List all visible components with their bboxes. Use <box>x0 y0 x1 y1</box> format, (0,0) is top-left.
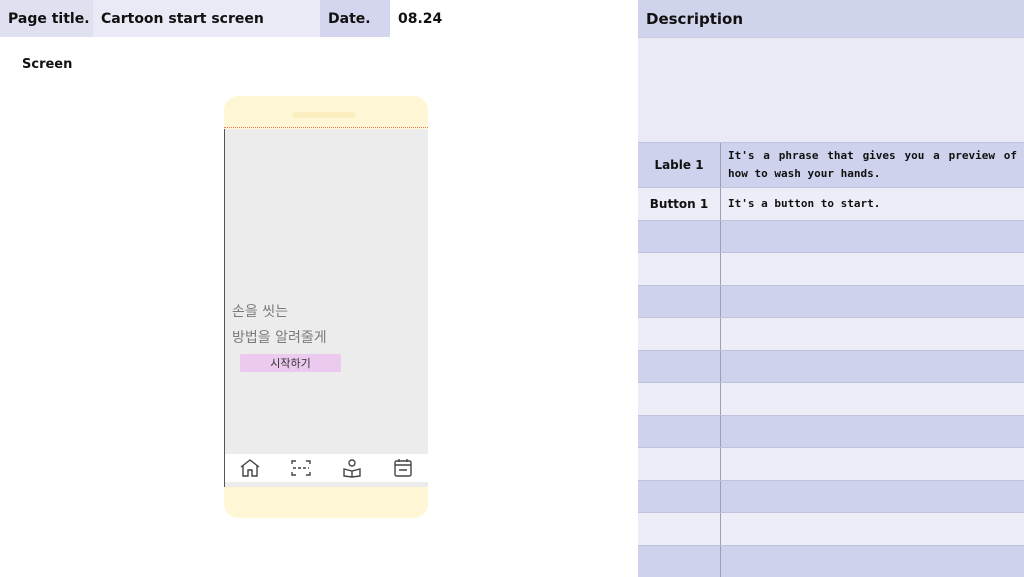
description-table: Lable 1 It's a phrase that gives you a p… <box>638 142 1024 577</box>
table-row: Lable 1 It's a phrase that gives you a p… <box>638 142 1024 187</box>
date-label: Date. <box>320 0 390 37</box>
row-description: It's a phrase that gives you a preview o… <box>728 149 1017 180</box>
row-name: Lable 1 <box>638 143 721 187</box>
phone-mockup: 손을 씻는 방법을 알려줄게 시작하기 <box>224 96 428 518</box>
table-row <box>638 415 1024 447</box>
description-blank-area <box>638 37 1024 143</box>
screen-label: Screen <box>22 57 73 72</box>
row-name: Button 1 <box>638 188 721 220</box>
table-row <box>638 350 1024 382</box>
preview-label-line-1: 손을 씻는 <box>232 304 288 320</box>
page-title-label: Page title. <box>0 0 93 37</box>
table-row <box>638 512 1024 545</box>
table-row <box>638 382 1024 415</box>
table-row <box>638 220 1024 252</box>
bottom-nav-bar <box>224 454 428 482</box>
phone-speaker <box>292 112 356 118</box>
preview-label-line-2: 방법을 알려줄게 <box>232 330 327 346</box>
description-header: Description <box>638 0 1024 37</box>
table-row <box>638 317 1024 350</box>
table-row <box>638 252 1024 285</box>
reading-person-icon[interactable] <box>341 458 363 478</box>
calendar-icon[interactable] <box>392 458 414 478</box>
table-row <box>638 285 1024 317</box>
date-value: 08.24 <box>390 0 638 37</box>
home-icon[interactable] <box>239 458 261 478</box>
page-title-value: Cartoon start screen <box>93 0 320 37</box>
start-button[interactable]: 시작하기 <box>240 354 341 372</box>
table-row <box>638 480 1024 512</box>
table-row: Button 1 It's a button to start. <box>638 187 1024 220</box>
row-description: It's a button to start. <box>728 197 881 210</box>
table-row <box>638 545 1024 577</box>
scan-icon[interactable] <box>290 458 312 478</box>
table-row <box>638 447 1024 480</box>
guide-line <box>224 127 428 128</box>
phone-screen: 손을 씻는 방법을 알려줄게 시작하기 <box>224 129 428 487</box>
